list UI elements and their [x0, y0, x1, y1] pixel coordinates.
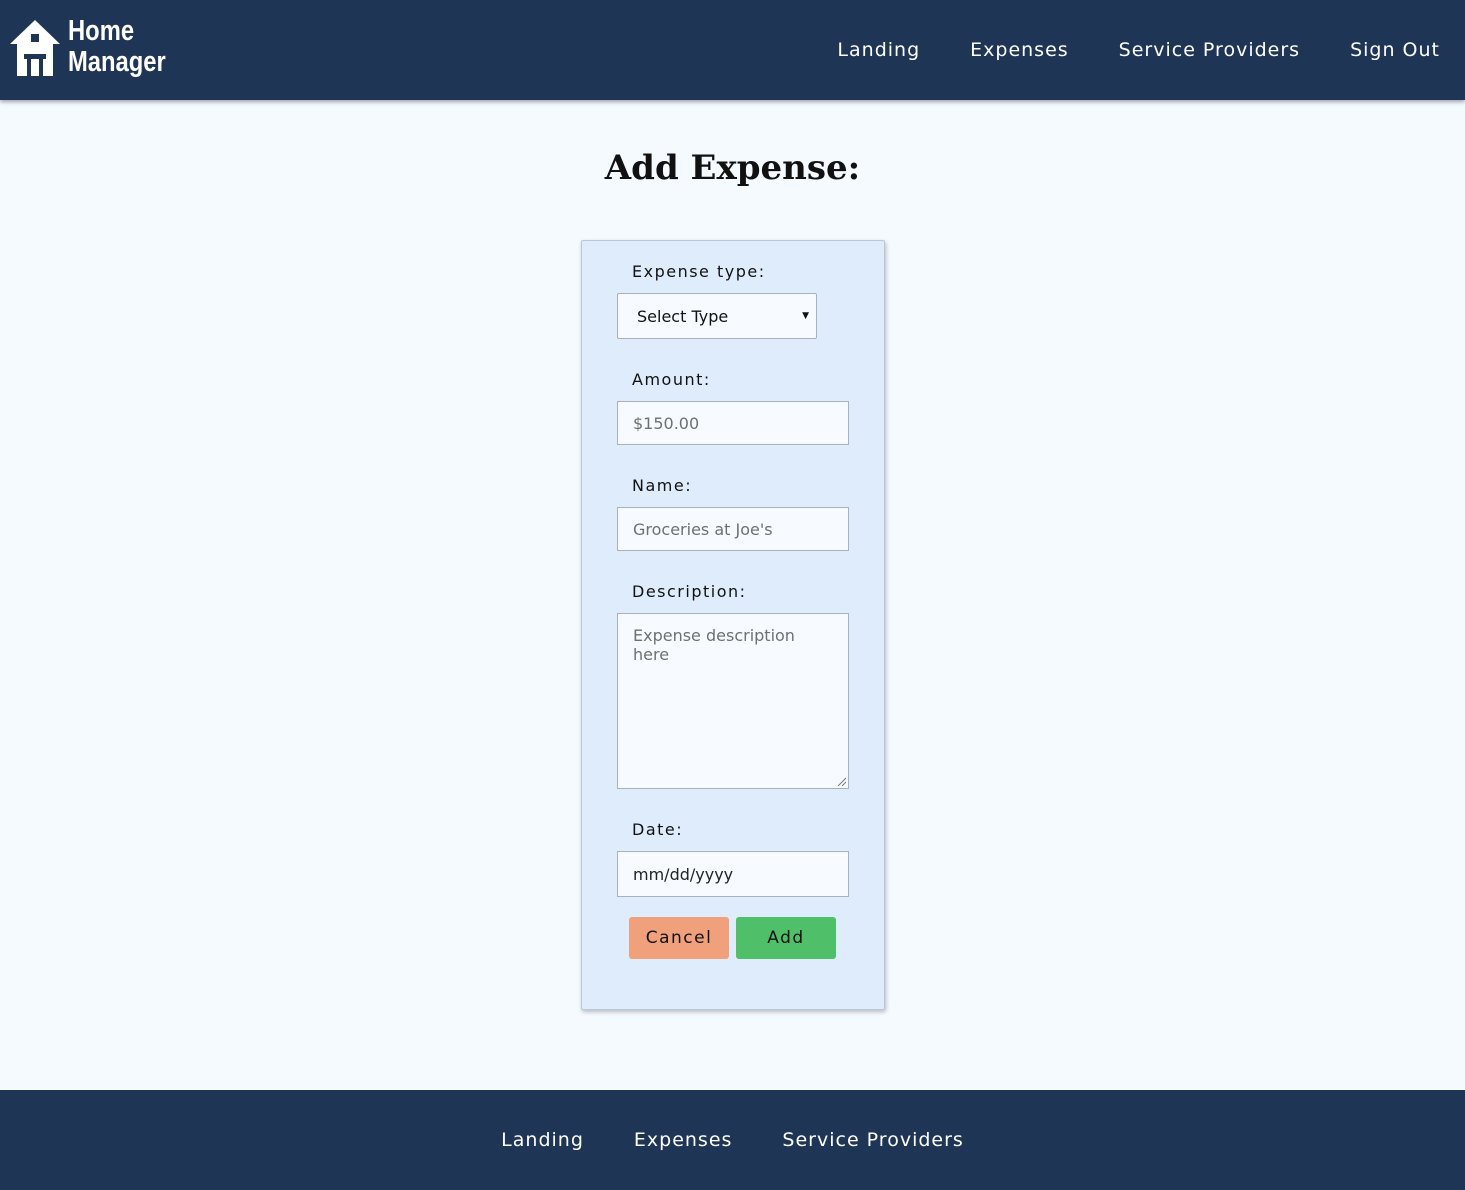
main-content: Add Expense: Expense type: Select Type ▼…	[0, 100, 1465, 1090]
name-label: Name:	[632, 476, 693, 495]
description-label: Description:	[632, 582, 747, 601]
description-placeholder: Expense description here	[633, 626, 795, 664]
cancel-button[interactable]: Cancel	[629, 917, 729, 959]
nav-link-expenses[interactable]: Expenses	[970, 39, 1069, 61]
amount-input[interactable]: $150.00	[617, 401, 849, 445]
footer-link-expenses[interactable]: Expenses	[634, 1129, 733, 1151]
date-placeholder: mm/dd/yyyy	[633, 864, 734, 884]
amount-placeholder: $150.00	[633, 413, 700, 433]
logo-line-home: Home	[68, 15, 135, 47]
dropdown-arrow-icon: ▼	[802, 311, 809, 321]
footer-link-landing[interactable]: Landing	[501, 1129, 584, 1151]
expense-type-label: Expense type:	[632, 262, 766, 281]
date-input[interactable]: mm/dd/yyyy	[617, 851, 849, 897]
date-label: Date:	[632, 820, 684, 839]
amount-label: Amount:	[632, 370, 711, 389]
name-placeholder: Groceries at Joe's	[633, 519, 773, 539]
add-expense-form: Expense type: Select Type ▼ Amount: $150…	[581, 240, 885, 1010]
resize-grip-icon[interactable]	[837, 777, 846, 786]
logo-line-manager: Manager	[68, 46, 166, 78]
footer-link-service-providers[interactable]: Service Providers	[782, 1129, 963, 1151]
nav-link-service-providers[interactable]: Service Providers	[1119, 39, 1300, 61]
nav-link-sign-out[interactable]: Sign Out	[1350, 39, 1440, 61]
nav-link-landing[interactable]: Landing	[837, 39, 920, 61]
footer-nav: Landing Expenses Service Providers	[0, 1090, 1465, 1190]
add-button[interactable]: Add	[736, 917, 836, 959]
top-nav: Landing Expenses Service Providers Sign …	[787, 0, 1440, 100]
description-textarea[interactable]: Expense description here	[617, 613, 849, 789]
footer: Landing Expenses Service Providers	[0, 1090, 1465, 1190]
home-manager-logo[interactable]: Home Manager	[10, 14, 187, 80]
page-title: Add Expense:	[604, 148, 861, 188]
name-input[interactable]: Groceries at Joe's	[617, 507, 849, 551]
expense-type-selected-value: Select Type	[637, 306, 729, 326]
house-icon	[10, 20, 60, 76]
top-header: Home Manager Landing Expenses Service Pr…	[0, 0, 1465, 100]
logo-text: Home Manager	[68, 16, 166, 78]
expense-type-select[interactable]: Select Type ▼	[617, 293, 817, 339]
